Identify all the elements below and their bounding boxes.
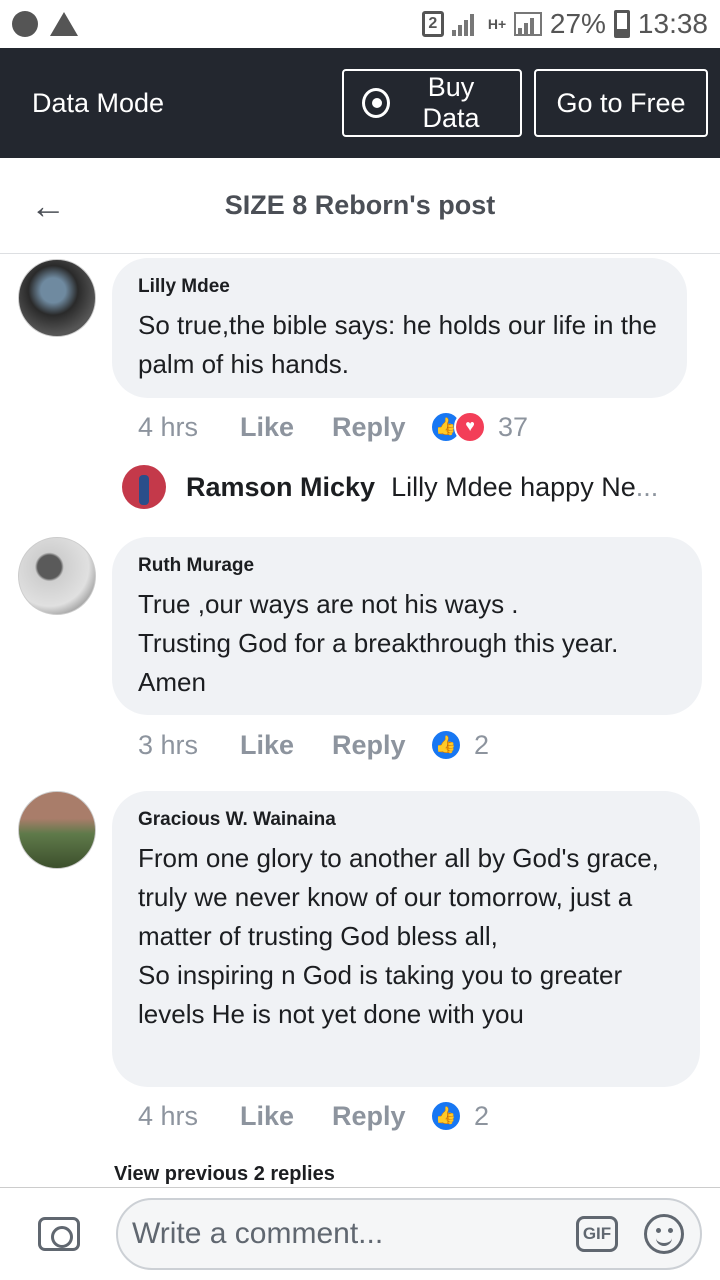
comment-composer: GIF: [0, 1187, 720, 1280]
data-mode-bar: Data Mode Buy Data Go to Free: [0, 48, 720, 158]
comment-text: From one glory to another all by God's g…: [138, 843, 659, 1029]
comment-actions: 4 hrs Like Reply 👍 ♥ 37: [138, 411, 528, 443]
comment-input[interactable]: [132, 1217, 576, 1251]
buy-data-button[interactable]: Buy Data: [342, 69, 522, 137]
battery-icon: [613, 10, 630, 38]
comment-text: True ,our ways are not his ways . Trusti…: [138, 589, 619, 697]
heart-icon: ♥: [454, 411, 486, 443]
reply-button[interactable]: Reply: [332, 412, 430, 443]
status-right: 2 H+ 27% 13:38: [421, 8, 708, 40]
sim-icon: 2: [421, 11, 444, 37]
status-bar: 2 H+ 27% 13:38: [0, 0, 720, 48]
warning-icon: [50, 12, 78, 36]
avatar[interactable]: [18, 791, 96, 869]
gif-icon[interactable]: GIF: [576, 1216, 618, 1252]
comment-actions: 4 hrs Like Reply 👍 2: [138, 1100, 489, 1132]
comment-bubble[interactable]: Ruth Murage True ,our ways are not his w…: [112, 537, 702, 715]
reaction-count: 37: [498, 411, 529, 442]
back-arrow-icon[interactable]: ←: [0, 158, 96, 254]
reaction-summary[interactable]: 👍 ♥ 37: [430, 411, 528, 443]
comment-bubble[interactable]: Gracious W. Wainaina From one glory to a…: [112, 791, 700, 1087]
reply-preview[interactable]: Ramson Micky Lilly Mdee happy Ne ...: [122, 465, 658, 509]
post-header: ← SIZE 8 Reborn's post: [0, 158, 720, 254]
sim-label: 2: [428, 15, 438, 32]
comment-time: 3 hrs: [138, 729, 199, 760]
music-notification-icon: [12, 11, 38, 37]
signal-icon: [451, 12, 480, 36]
comment-author[interactable]: Ruth Murage: [138, 555, 676, 577]
avatar[interactable]: [18, 537, 96, 615]
comment-bubble[interactable]: Lilly Mdee So true,the bible says: he ho…: [112, 258, 687, 398]
camera-icon[interactable]: [38, 1217, 80, 1251]
battery-percent: 27%: [549, 8, 606, 39]
comment-author[interactable]: Lilly Mdee: [138, 276, 661, 298]
reaction-count: 2: [474, 1100, 490, 1131]
emoji-icon[interactable]: [644, 1214, 684, 1254]
view-previous-replies-link[interactable]: View previous 2 replies: [114, 1163, 335, 1186]
buy-data-label: Buy Data: [422, 72, 480, 133]
comment-text: So true,the bible says: he holds our lif…: [138, 310, 665, 379]
reaction-summary[interactable]: 👍 2: [430, 729, 489, 761]
comment-time: 4 hrs: [138, 1100, 199, 1131]
network-type: H+: [487, 16, 507, 32]
page-title: SIZE 8 Reborn's post: [224, 190, 496, 220]
signal-icon-2: [513, 12, 542, 36]
reaction-count: 2: [474, 729, 490, 760]
comment-time: 4 hrs: [138, 411, 199, 442]
like-button[interactable]: Like: [240, 1101, 332, 1132]
data-mode-label: Data Mode: [32, 87, 165, 118]
comment-author[interactable]: Gracious W. Wainaina: [138, 809, 674, 831]
avatar[interactable]: [122, 465, 166, 509]
comment-input-box[interactable]: GIF: [116, 1198, 702, 1270]
broadcast-icon: [362, 88, 391, 118]
reply-button[interactable]: Reply: [332, 730, 430, 761]
go-to-free-label: Go to Free: [556, 87, 686, 118]
clock: 13:38: [637, 8, 708, 39]
like-button[interactable]: Like: [240, 412, 332, 443]
thumbs-up-icon: 👍: [430, 729, 462, 761]
reply-ellipsis: ...: [635, 471, 659, 502]
comment-actions: 3 hrs Like Reply 👍 2: [138, 729, 489, 761]
thumbs-up-icon: 👍: [430, 1100, 462, 1132]
status-left: [12, 11, 78, 37]
go-to-free-button[interactable]: Go to Free: [534, 69, 708, 137]
comments-list[interactable]: Lilly Mdee So true,the bible says: he ho…: [0, 255, 720, 1187]
reaction-summary[interactable]: 👍 2: [430, 1100, 489, 1132]
avatar[interactable]: [18, 259, 96, 337]
reply-text: Lilly Mdee happy Ne: [391, 471, 636, 502]
reply-button[interactable]: Reply: [332, 1101, 430, 1132]
like-button[interactable]: Like: [240, 730, 332, 761]
reply-author[interactable]: Ramson Micky: [186, 472, 375, 503]
